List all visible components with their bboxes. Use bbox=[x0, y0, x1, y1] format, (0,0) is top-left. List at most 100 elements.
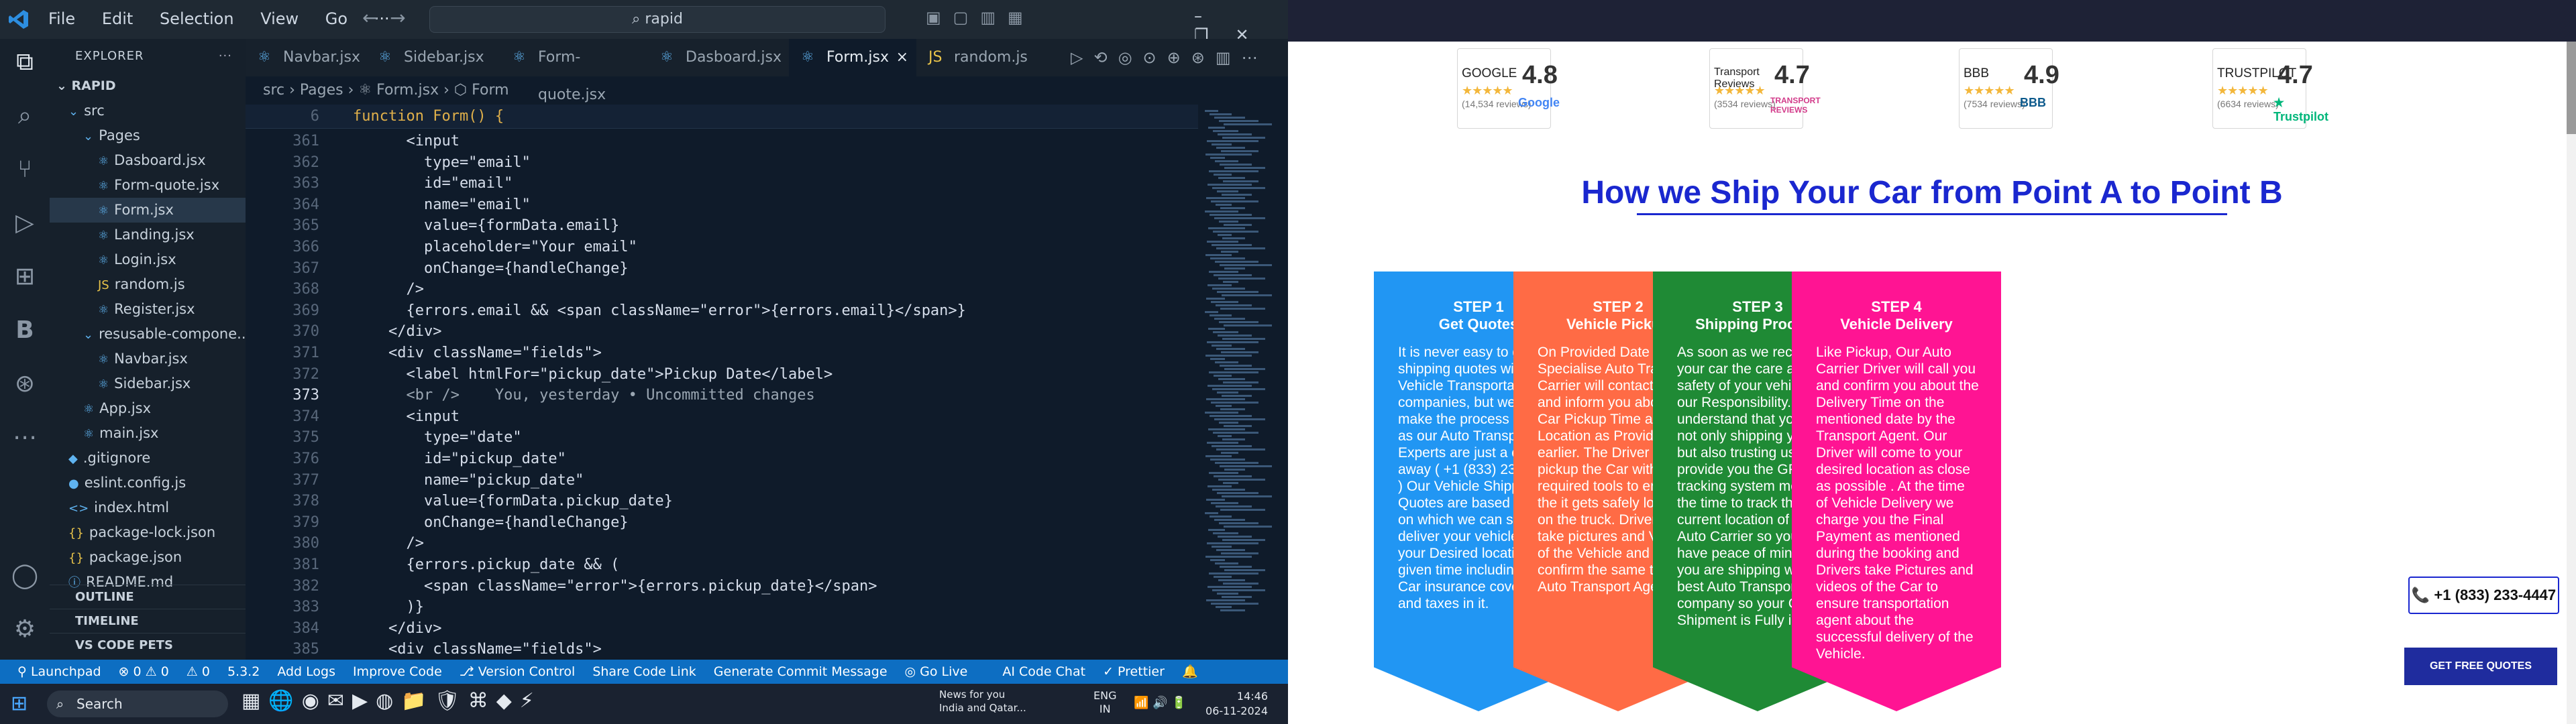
status-item[interactable]: ⎇ Version Control bbox=[460, 664, 576, 679]
file-name: random.js bbox=[114, 276, 185, 292]
status-item[interactable]: AI Code Chat bbox=[1002, 664, 1085, 679]
status-item[interactable]: ⊗ 0 ⚠ 0 bbox=[119, 664, 169, 679]
minimap-line bbox=[1209, 572, 1258, 575]
file-icon: ⚛ bbox=[98, 154, 109, 168]
layout-controls[interactable]: ▣▢▥▦ bbox=[926, 8, 1035, 27]
file-tree-item[interactable]: JS random.js bbox=[50, 272, 246, 297]
menu-selection[interactable]: Selection bbox=[160, 9, 234, 28]
review-card[interactable]: Transport Reviews ★★★★★ (3534 reviews) 4.7 T… bbox=[1709, 48, 1821, 129]
menu-file[interactable]: File bbox=[48, 9, 75, 28]
minimap[interactable] bbox=[1198, 105, 1279, 660]
run-debug-icon[interactable]: ▷ bbox=[9, 208, 40, 239]
system-tray-icons[interactable]: 📶 🔊 🔋 bbox=[1134, 696, 1187, 710]
minimap-line bbox=[1207, 140, 1258, 142]
status-item[interactable]: 🔔 bbox=[1182, 664, 1198, 679]
breadcrumb[interactable]: src › Pages › ⚛ Form.jsx › ⬡ Form bbox=[246, 76, 1288, 105]
scrollbar-thumb[interactable] bbox=[2567, 42, 2576, 134]
status-item[interactable]: ✓ Prettier bbox=[1103, 664, 1165, 679]
status-item[interactable]: Generate Commit Message bbox=[714, 664, 888, 679]
menu-edit[interactable]: Edit bbox=[102, 9, 133, 28]
editor-actions[interactable]: ▷⟲◎⊙⊕⊛▥⋯ bbox=[1071, 39, 1269, 76]
review-card[interactable]: BBB ★★★★★ (7534 reviews) 4.9 BBB bbox=[1959, 48, 2059, 129]
tab-close-icon[interactable]: × bbox=[896, 39, 908, 76]
status-item[interactable]: 5.3.2 bbox=[227, 664, 260, 679]
editor-tab[interactable]: JS random.js bbox=[916, 39, 1030, 76]
news-widget[interactable]: News for you India and Qatar... bbox=[939, 688, 1026, 715]
menu-go[interactable]: Go bbox=[325, 9, 347, 28]
outline-section[interactable]: OUTLINE bbox=[50, 585, 246, 609]
back-arrow-icon[interactable]: ← bbox=[362, 7, 378, 29]
forward-arrow-icon[interactable]: → bbox=[390, 7, 405, 29]
status-item[interactable]: ◎ Go Live bbox=[905, 664, 968, 679]
editor-tab[interactable]: ⚛ Dasboard.jsx bbox=[648, 39, 789, 76]
code-line: <label htmlFor="pickup_date">Pickup Date… bbox=[353, 365, 833, 383]
clock[interactable]: 14:46 06-11-2024 bbox=[1194, 689, 1268, 719]
floating-phone-button[interactable]: 📞 +1 (833) 233-4447 bbox=[2408, 577, 2559, 614]
file-tree-item[interactable]: ⌄ src bbox=[50, 99, 246, 123]
file-tree-item[interactable]: ⚛ Register.jsx bbox=[50, 297, 246, 322]
minimize-icon[interactable]: – bbox=[1194, 7, 1229, 25]
editor-tab[interactable]: ⚛ Form.jsx × bbox=[789, 39, 916, 76]
language-indicator[interactable]: ENG IN bbox=[1093, 689, 1116, 716]
editor-tab[interactable]: ⚛ Sidebar.jsx bbox=[366, 39, 500, 76]
file-tree-item[interactable]: ⚛ Form.jsx bbox=[50, 198, 246, 223]
vscode-logo-icon[interactable] bbox=[8, 9, 30, 30]
vscode-pets-section[interactable]: VS CODE PETS bbox=[50, 633, 246, 657]
file-tree-item[interactable]: ⌄ resusable-compone... bbox=[50, 322, 250, 347]
source-control-icon[interactable]: ⑂ bbox=[9, 154, 40, 185]
file-tree-item[interactable]: ⚛ Login.jsx bbox=[50, 247, 246, 272]
account-icon[interactable]: ◯ bbox=[9, 560, 40, 591]
file-tree-item[interactable]: ⚛ App.jsx bbox=[50, 396, 246, 421]
code-line: <input bbox=[353, 408, 460, 425]
windows-start-icon[interactable]: ⊞ bbox=[11, 692, 28, 715]
timeline-section[interactable]: TIMELINE bbox=[50, 609, 246, 633]
page-scrollbar[interactable] bbox=[2567, 42, 2576, 724]
minimap-line bbox=[1210, 113, 1232, 115]
minimap-line bbox=[1218, 133, 1252, 135]
editor-tab[interactable]: ⚛ Navbar.jsx bbox=[246, 39, 366, 76]
review-card[interactable]: TRUSTPILOT ★★★★★ (6634 reviews) 4.7 ★ Trustp… bbox=[2212, 48, 2328, 129]
status-item[interactable]: ⚠ 0 bbox=[186, 664, 210, 679]
editor-tab[interactable]: ⚛ Form-quote.jsx bbox=[500, 39, 648, 103]
status-item[interactable]: ⚲ Launchpad bbox=[17, 664, 101, 679]
explorer-icon[interactable]: ⧉ bbox=[9, 47, 40, 78]
extensions-icon[interactable]: ⊞ bbox=[9, 261, 40, 292]
tab-label: Sidebar.jsx bbox=[404, 49, 484, 66]
file-icon: {} bbox=[68, 551, 84, 565]
review-score: 4.8 bbox=[1522, 61, 1558, 89]
status-item[interactable]: Share Code Link bbox=[592, 664, 696, 679]
taskbar-apps[interactable]: ▦🌐◉✉▶◍📁🛡⌘◆⚡ bbox=[241, 689, 542, 713]
code-editor[interactable]: 6 function Form() { 361 <input 362 type="… bbox=[246, 105, 1198, 660]
file-tree-item[interactable]: {} package.json bbox=[50, 545, 246, 570]
explorer-more-icon[interactable]: ··· bbox=[219, 39, 232, 74]
status-item[interactable]: Add Logs bbox=[277, 664, 335, 679]
get-free-quotes-button[interactable]: GET FREE QUOTES bbox=[2404, 648, 2557, 685]
status-item[interactable]: Improve Code bbox=[353, 664, 442, 679]
review-card[interactable]: GOOGLE ★★★★★ (14,534 reviews) 4.8 Google bbox=[1457, 48, 1560, 129]
file-tree-item[interactable]: ⚛ Sidebar.jsx bbox=[50, 371, 246, 396]
settings-gear-icon[interactable]: ⚙ bbox=[9, 614, 40, 645]
file-tree-item[interactable]: ⚛ Dasboard.jsx bbox=[50, 148, 246, 173]
search-view-icon[interactable]: ⌕ bbox=[9, 101, 40, 131]
file-tree-item[interactable]: ⌄ Pages bbox=[50, 123, 246, 148]
file-tree-item[interactable]: ⚛ Navbar.jsx bbox=[50, 347, 246, 371]
more-views-icon[interactable]: ⋯ bbox=[9, 422, 40, 453]
file-tree-item[interactable]: {} package-lock.json bbox=[50, 520, 246, 545]
minimap-line bbox=[1221, 552, 1258, 554]
file-tree-item[interactable]: ⚛ Form-quote.jsx bbox=[50, 173, 246, 198]
file-tree-item[interactable]: ⚛ main.jsx bbox=[50, 421, 246, 446]
file-tree-item[interactable]: ◆ .gitignore bbox=[50, 446, 246, 471]
file-tree-item[interactable]: ⚛ Landing.jsx bbox=[50, 223, 246, 247]
sticky-scroll[interactable]: 6 function Form() { bbox=[246, 105, 1198, 129]
file-name: main.jsx bbox=[99, 425, 159, 441]
command-center-search[interactable]: ⌕ rapid bbox=[429, 6, 885, 33]
project-folder[interactable]: ⌄ RAPID bbox=[50, 74, 246, 99]
taskbar-search[interactable]: ⌕ Search bbox=[47, 690, 228, 717]
minimap-line bbox=[1215, 361, 1238, 363]
blackbox-icon[interactable]: B bbox=[9, 315, 40, 346]
menu-view[interactable]: View bbox=[260, 9, 299, 28]
git-graph-icon[interactable]: ⊛ bbox=[9, 369, 40, 400]
windows-taskbar: ⊞ ⌕ Search ▦🌐◉✉▶◍📁🛡⌘◆⚡ News for you India… bbox=[0, 684, 1288, 724]
file-tree-item[interactable]: ● eslint.config.js bbox=[50, 471, 246, 495]
file-tree-item[interactable]: <> index.html bbox=[50, 495, 246, 520]
